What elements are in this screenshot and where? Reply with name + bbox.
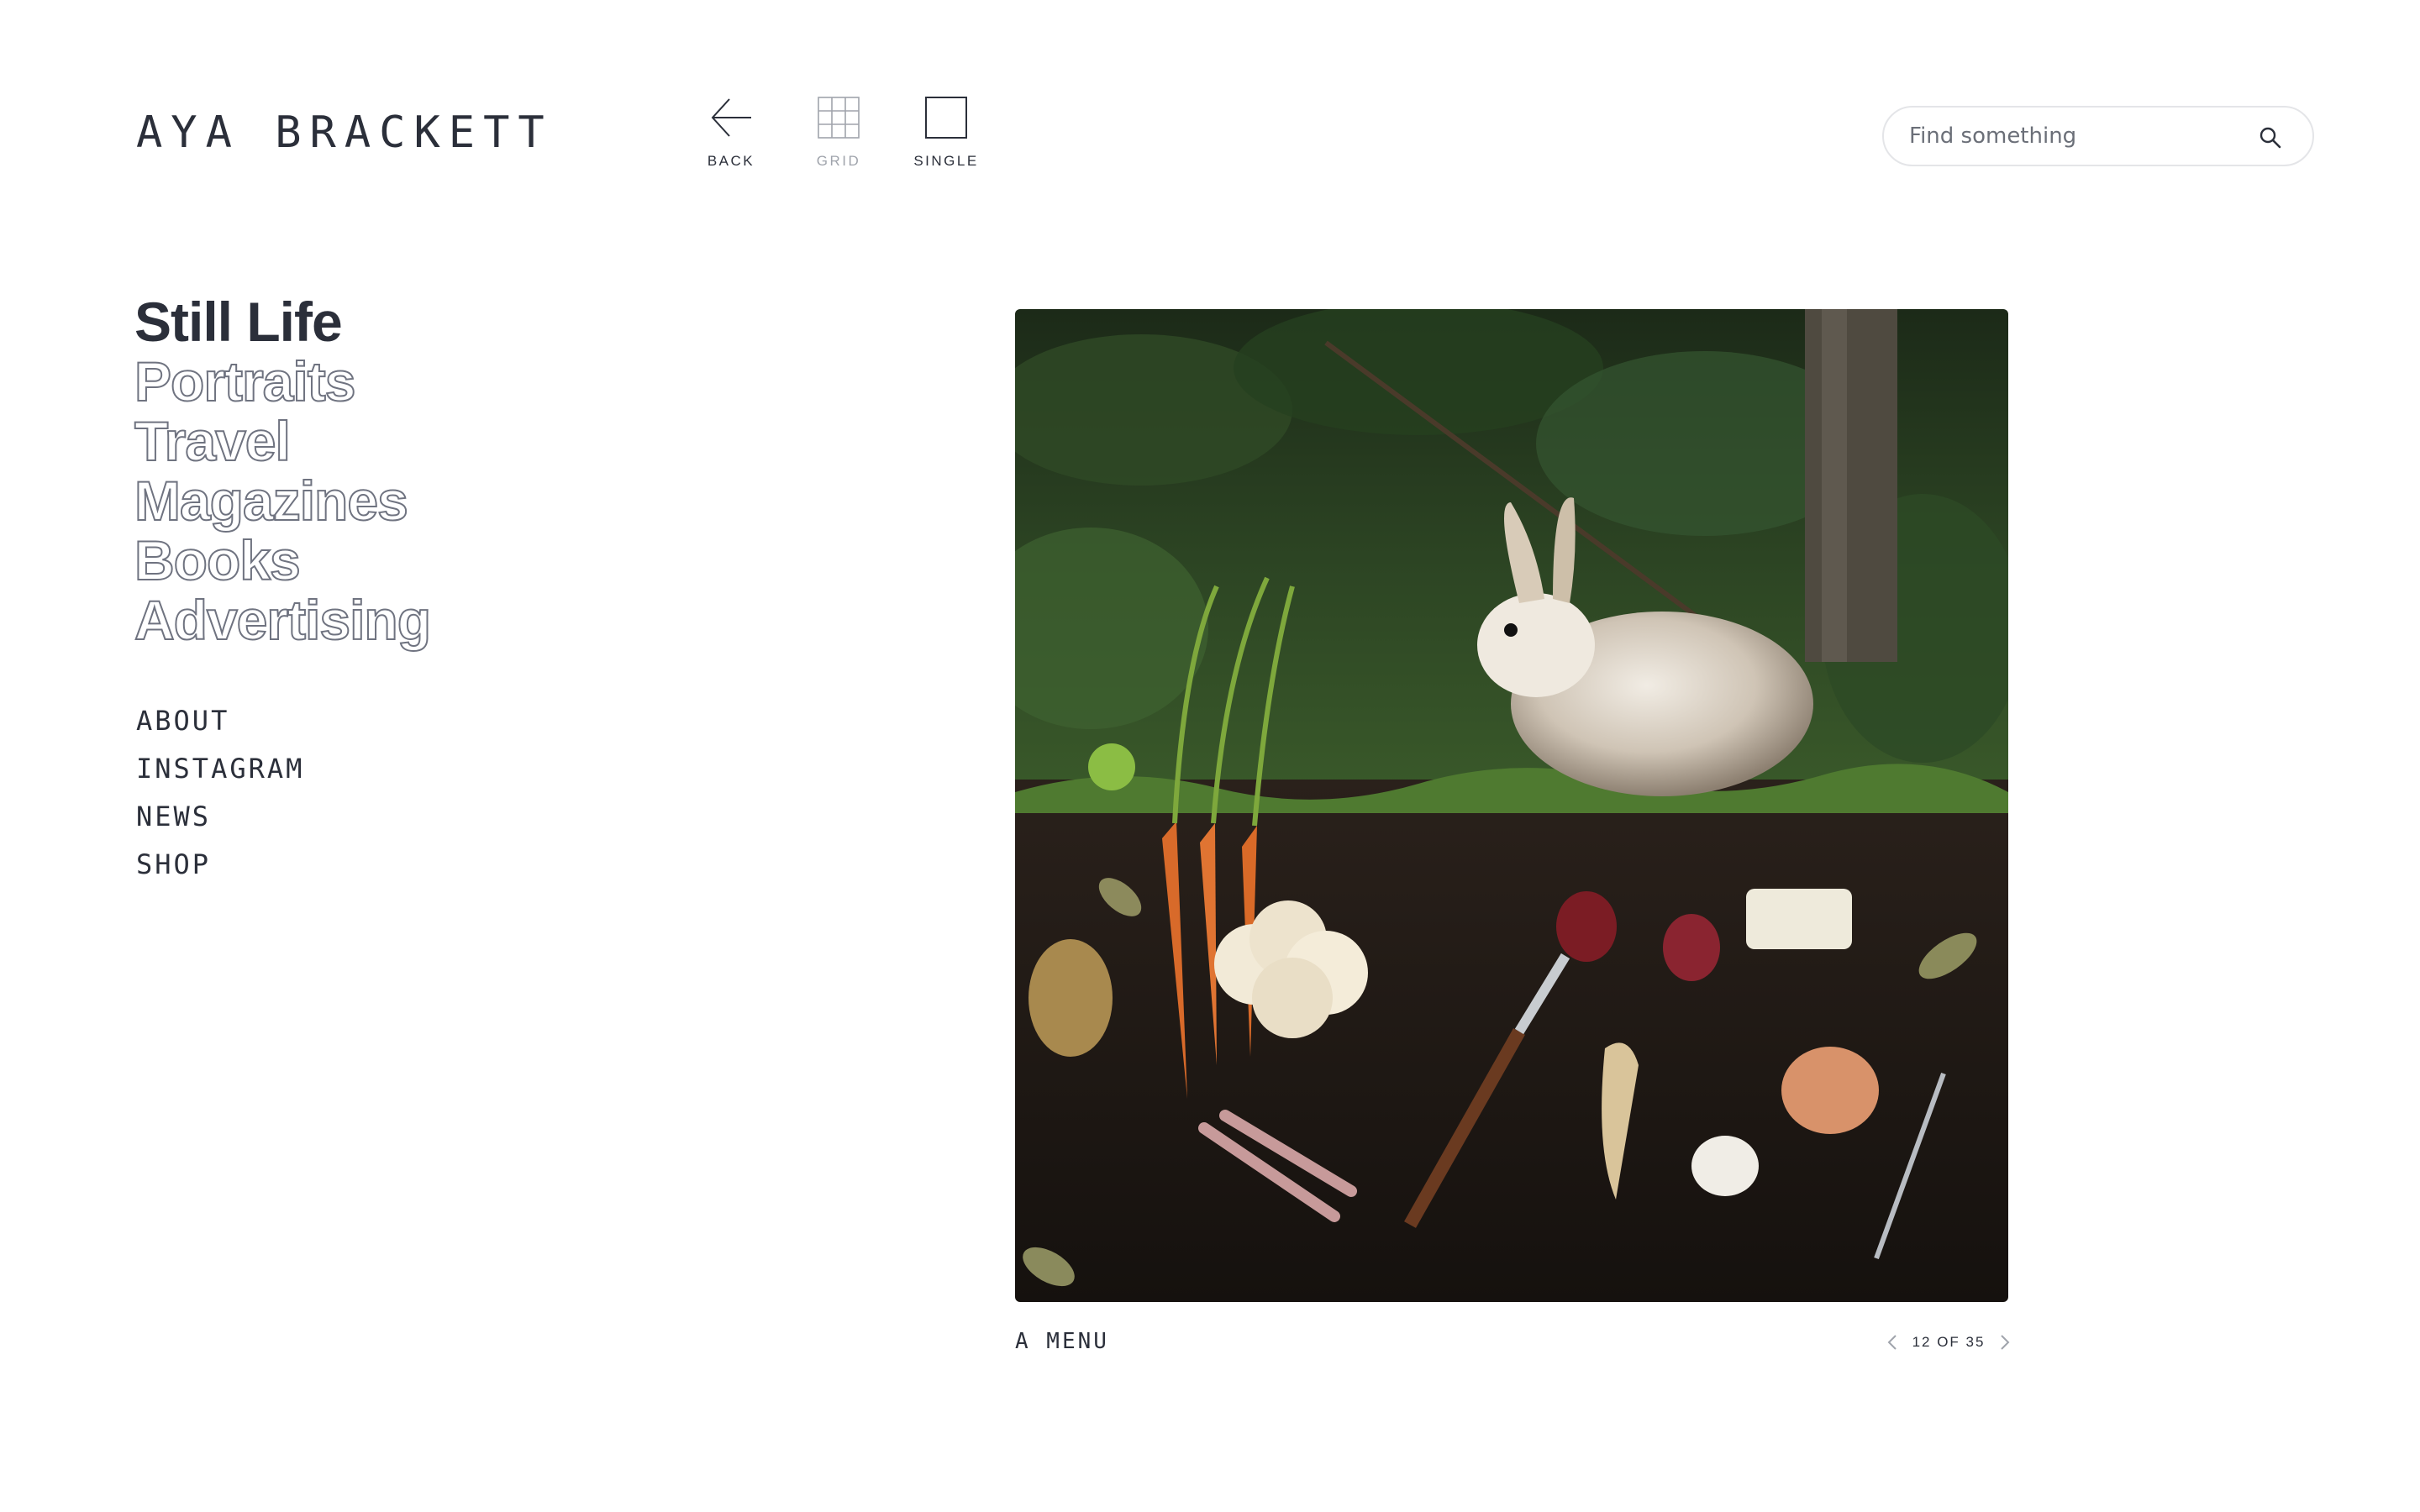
link-about[interactable]: ABOUT (136, 697, 304, 745)
category-portraits[interactable]: Portraits (134, 351, 430, 412)
link-shop[interactable]: SHOP (136, 841, 304, 889)
prev-arrow-icon[interactable] (1887, 1334, 1897, 1351)
back-button[interactable]: BACK (697, 94, 765, 170)
image-caption: A MENU (1015, 1329, 1109, 1354)
single-label: SINGLE (913, 153, 979, 169)
category-nav: Still Life Portraits Travel Magazines Bo… (134, 292, 432, 651)
site-logo[interactable]: AYA BRACKETT (136, 108, 553, 158)
category-travel[interactable]: Travel (134, 411, 430, 472)
category-advertising[interactable]: Advertising (134, 590, 432, 651)
single-view-button[interactable]: SINGLE (913, 94, 980, 170)
link-instagram[interactable]: INSTAGRAM (136, 745, 304, 793)
single-square-icon (925, 97, 967, 139)
search-icon[interactable] (2259, 126, 2282, 154)
pager-count: 12 OF 35 (1912, 1334, 1986, 1350)
view-controls: BACK GRID SINGLE (697, 94, 980, 170)
category-books[interactable]: Books (134, 530, 430, 591)
featured-photo[interactable] (1015, 309, 2008, 1302)
back-label: BACK (707, 153, 755, 169)
category-still-life[interactable]: Still Life (134, 292, 430, 352)
category-magazines[interactable]: Magazines (134, 470, 430, 532)
grid-view-button[interactable]: GRID (805, 94, 872, 170)
next-arrow-icon[interactable] (2000, 1334, 2010, 1351)
link-news[interactable]: NEWS (136, 793, 304, 841)
search-input[interactable] (1907, 123, 2247, 150)
search-box (1882, 106, 2314, 166)
image-pager: 12 OF 35 (1887, 1334, 2010, 1351)
grid-label: GRID (816, 153, 861, 169)
secondary-nav: ABOUT INSTAGRAM NEWS SHOP (136, 697, 304, 889)
grid-icon (818, 97, 860, 139)
back-arrow-icon (711, 98, 751, 137)
